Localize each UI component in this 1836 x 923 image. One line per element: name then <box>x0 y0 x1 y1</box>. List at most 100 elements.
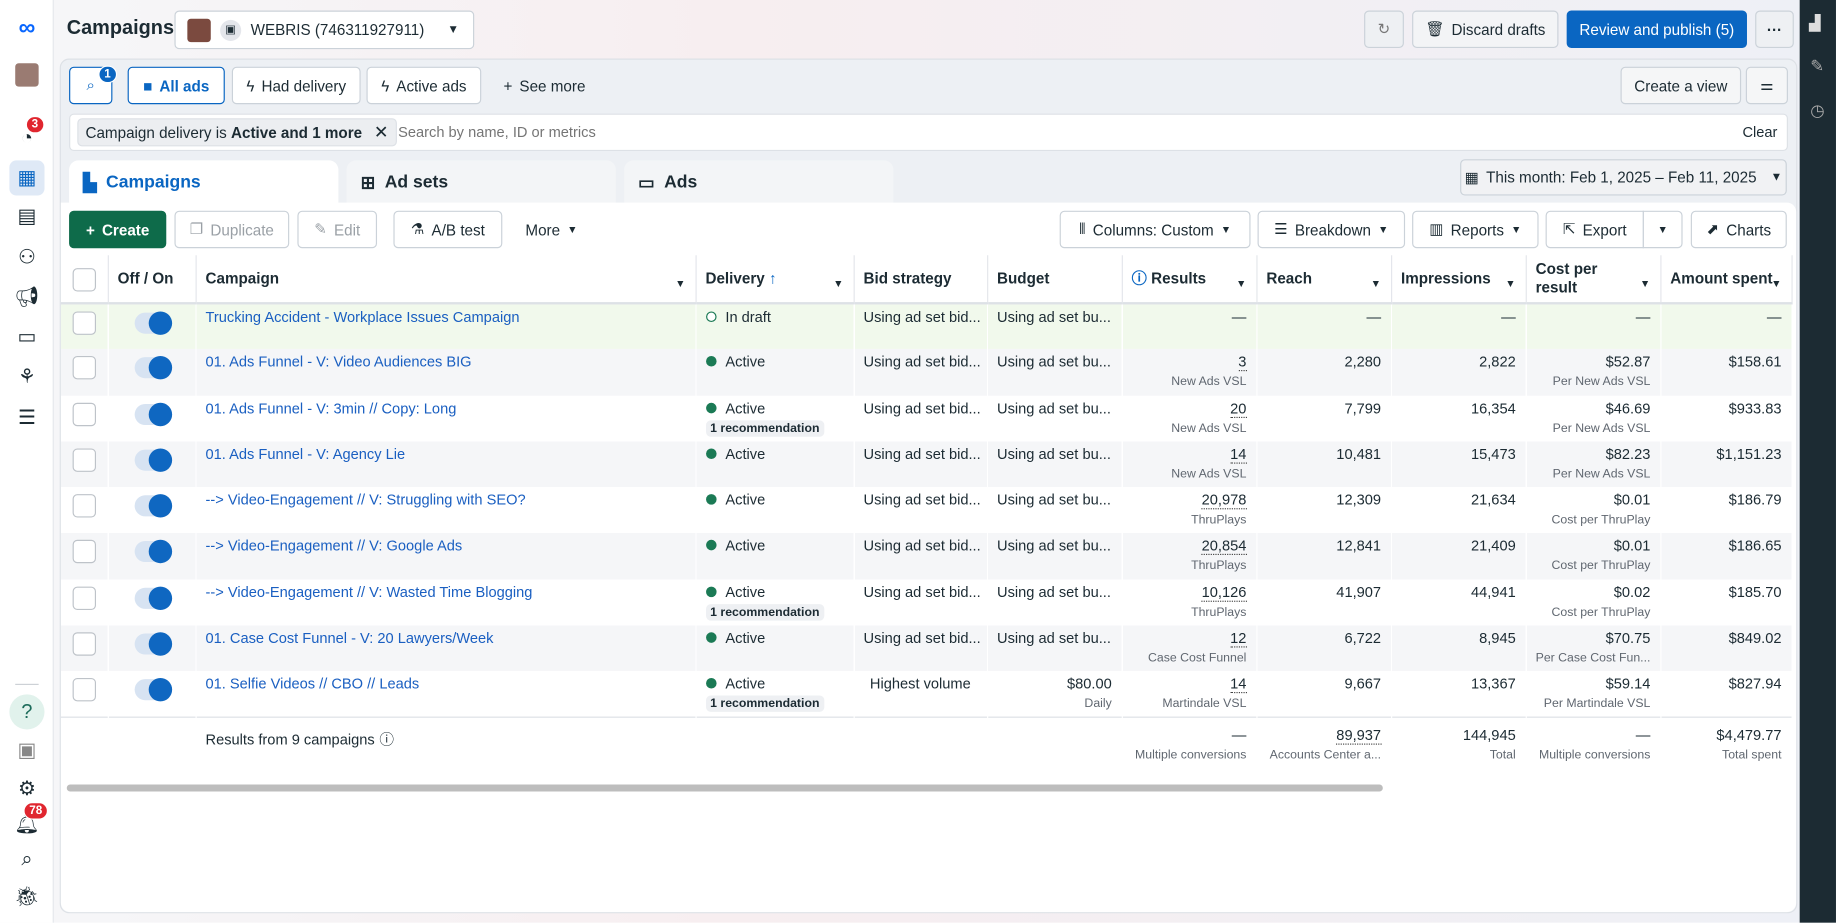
campaign-name-link[interactable]: --> Video-Engagement // V: Struggling wi… <box>205 492 525 508</box>
on-off-toggle[interactable] <box>134 356 172 380</box>
campaign-name-link[interactable]: 01. Ads Funnel - V: Agency Lie <box>205 446 405 462</box>
columns-button[interactable]: ⦀ Columns: Custom ▼ <box>1059 210 1251 249</box>
had-delivery-button[interactable]: ϟ Had delivery <box>231 66 361 105</box>
date-range-picker[interactable]: ▦ This month: Feb 1, 2025 – Feb 11, 2025 ▼ <box>1460 159 1787 196</box>
sort-caret-icon[interactable]: ▼ <box>1771 274 1781 293</box>
duplicate-button[interactable]: ❐ Duplicate <box>174 210 290 249</box>
col-campaign[interactable]: Campaign ▼ <box>195 255 697 305</box>
review-publish-button[interactable]: Review and publish (5) <box>1566 10 1747 49</box>
on-off-toggle[interactable] <box>134 402 172 426</box>
select-all-checkbox[interactable] <box>72 268 97 292</box>
sort-caret-icon[interactable]: ▼ <box>675 274 685 293</box>
sort-caret-icon[interactable]: ▼ <box>1371 274 1381 293</box>
row-checkbox[interactable] <box>72 632 97 656</box>
pencil-icon[interactable]: ✎ <box>1810 56 1824 76</box>
col-results[interactable]: ⓘ Results ▼ <box>1121 255 1257 305</box>
row-checkbox[interactable] <box>72 540 97 564</box>
recommendation-badge[interactable]: 1 recommendation <box>705 419 825 437</box>
row-checkbox[interactable] <box>72 311 97 335</box>
on-off-toggle[interactable] <box>134 311 172 335</box>
sort-caret-icon[interactable]: ▼ <box>833 274 843 293</box>
campaign-name-link[interactable]: --> Video-Engagement // V: Google Ads <box>205 538 462 554</box>
campaign-name-link[interactable]: 01. Selfie Videos // CBO // Leads <box>205 676 419 692</box>
reports-button[interactable]: ▥ Reports ▼ <box>1412 210 1539 249</box>
col-cost-per-result[interactable]: Cost per result ▼ <box>1525 255 1661 305</box>
info-icon[interactable]: ⓘ <box>1132 269 1147 287</box>
breakdown-button[interactable]: ☰ Breakdown ▼ <box>1257 210 1406 249</box>
search-input[interactable] <box>398 119 1687 146</box>
meta-logo-icon[interactable]: ∞ <box>9 11 44 46</box>
sort-caret-icon[interactable]: ▼ <box>1640 274 1650 293</box>
budget-value: $80.00 <box>1067 676 1112 693</box>
export-button[interactable]: ⇱ Export <box>1545 210 1644 249</box>
audiences-icon[interactable]: ⚇ <box>9 240 44 275</box>
clock-icon[interactable]: ◷ <box>1810 101 1824 121</box>
avatar[interactable] <box>9 57 44 92</box>
tab-ads[interactable]: ▭ Ads <box>624 160 894 204</box>
clear-button[interactable]: Clear <box>1742 124 1777 140</box>
search-icon[interactable]: ⌕ <box>9 842 44 877</box>
campaign-name-link[interactable]: 01. Ads Funnel - V: 3min // Copy: Long <box>205 400 456 416</box>
refresh-button[interactable]: ↻ <box>1364 10 1404 49</box>
row-checkbox[interactable] <box>72 586 97 610</box>
on-off-toggle[interactable] <box>134 540 172 564</box>
export-dropdown[interactable]: ▼ <box>1642 210 1683 249</box>
row-checkbox[interactable] <box>72 678 97 702</box>
see-more-button[interactable]: + See more <box>492 67 597 104</box>
all-ads-button[interactable]: ■ All ads <box>127 66 225 105</box>
events-icon[interactable]: ⚘ <box>9 359 44 394</box>
row-checkbox[interactable] <box>72 448 97 472</box>
overview-icon[interactable]: ◔ 3 <box>9 115 44 156</box>
filter-chip[interactable]: Campaign delivery is Active and 1 more ✕ <box>77 118 397 147</box>
recommendation-badge[interactable]: 1 recommendation <box>705 695 825 713</box>
campaigns-table-icon[interactable]: ▦ <box>9 160 45 196</box>
megaphone-icon[interactable]: 📢︎ <box>9 280 44 315</box>
edit-button[interactable]: ✎ Edit <box>297 210 378 249</box>
billing-icon[interactable]: ▭ <box>9 320 44 355</box>
row-checkbox[interactable] <box>72 356 97 380</box>
campaign-name-link[interactable]: 01. Ads Funnel - V: Video Audiences BIG <box>205 354 471 370</box>
help-icon[interactable]: ? <box>9 694 45 730</box>
col-impressions[interactable]: Impressions ▼ <box>1391 255 1527 305</box>
account-selector[interactable]: ▣ WEBRIS (746311927911) ▼ <box>174 10 475 50</box>
create-button[interactable]: + Create <box>69 210 167 249</box>
more-button[interactable]: More ▼ <box>515 210 588 249</box>
tab-ad-sets[interactable]: ⊞ Ad sets <box>346 160 616 204</box>
pages-icon[interactable]: ▤ <box>9 199 44 234</box>
row-checkbox[interactable] <box>72 494 97 518</box>
bug-icon[interactable]: 🐞︎ <box>9 879 44 914</box>
horizontal-scrollbar[interactable] <box>66 784 1383 792</box>
chart-icon[interactable]: ▟ <box>1809 14 1821 33</box>
col-delivery[interactable]: Delivery ↑ ▼ <box>694 255 855 305</box>
sort-caret-icon[interactable]: ▼ <box>1505 274 1515 293</box>
news-icon[interactable]: ▣ <box>9 733 44 768</box>
row-checkbox[interactable] <box>72 402 97 426</box>
bell-icon[interactable]: 🔔︎ 78 <box>9 802 49 842</box>
ab-test-button[interactable]: ⚗ A/B test <box>393 210 503 249</box>
sort-caret-icon[interactable]: ▼ <box>1236 274 1246 293</box>
on-off-toggle[interactable] <box>134 448 172 472</box>
active-ads-button[interactable]: ϟ Active ads <box>366 66 482 105</box>
col-amount-spent[interactable]: Amount spent ▼ <box>1660 255 1793 305</box>
charts-button[interactable]: ⬈ Charts <box>1690 210 1787 249</box>
select-all-header[interactable] <box>60 255 109 305</box>
campaign-name-link[interactable]: 01. Case Cost Funnel - V: 20 Lawyers/Wee… <box>205 630 493 646</box>
tab-campaigns[interactable]: ▙ Campaigns <box>69 160 339 204</box>
campaign-name-link[interactable]: --> Video-Engagement // V: Wasted Time B… <box>205 584 532 600</box>
col-reach[interactable]: Reach ▼ <box>1256 255 1392 305</box>
info-icon[interactable]: ⓘ <box>379 732 394 748</box>
search-filter-button[interactable]: ⌕ 1 <box>69 65 117 105</box>
create-view-button[interactable]: Create a view <box>1620 66 1742 105</box>
menu-icon[interactable]: ☰ <box>9 400 44 435</box>
recommendation-badge[interactable]: 1 recommendation <box>705 603 825 621</box>
discard-drafts-button[interactable]: 🗑︎ Discard drafts <box>1412 10 1559 49</box>
on-off-toggle[interactable] <box>134 586 172 610</box>
on-off-toggle[interactable] <box>134 494 172 518</box>
more-options-button[interactable]: ··· <box>1755 10 1794 49</box>
close-icon[interactable]: ✕ <box>374 122 389 143</box>
on-off-toggle[interactable] <box>134 678 172 702</box>
status-dot-icon <box>705 494 717 505</box>
settings-sliders-button[interactable]: ⚌ <box>1745 66 1788 105</box>
campaign-name-link[interactable]: Trucking Accident - Workplace Issues Cam… <box>205 309 519 325</box>
on-off-toggle[interactable] <box>134 632 172 656</box>
